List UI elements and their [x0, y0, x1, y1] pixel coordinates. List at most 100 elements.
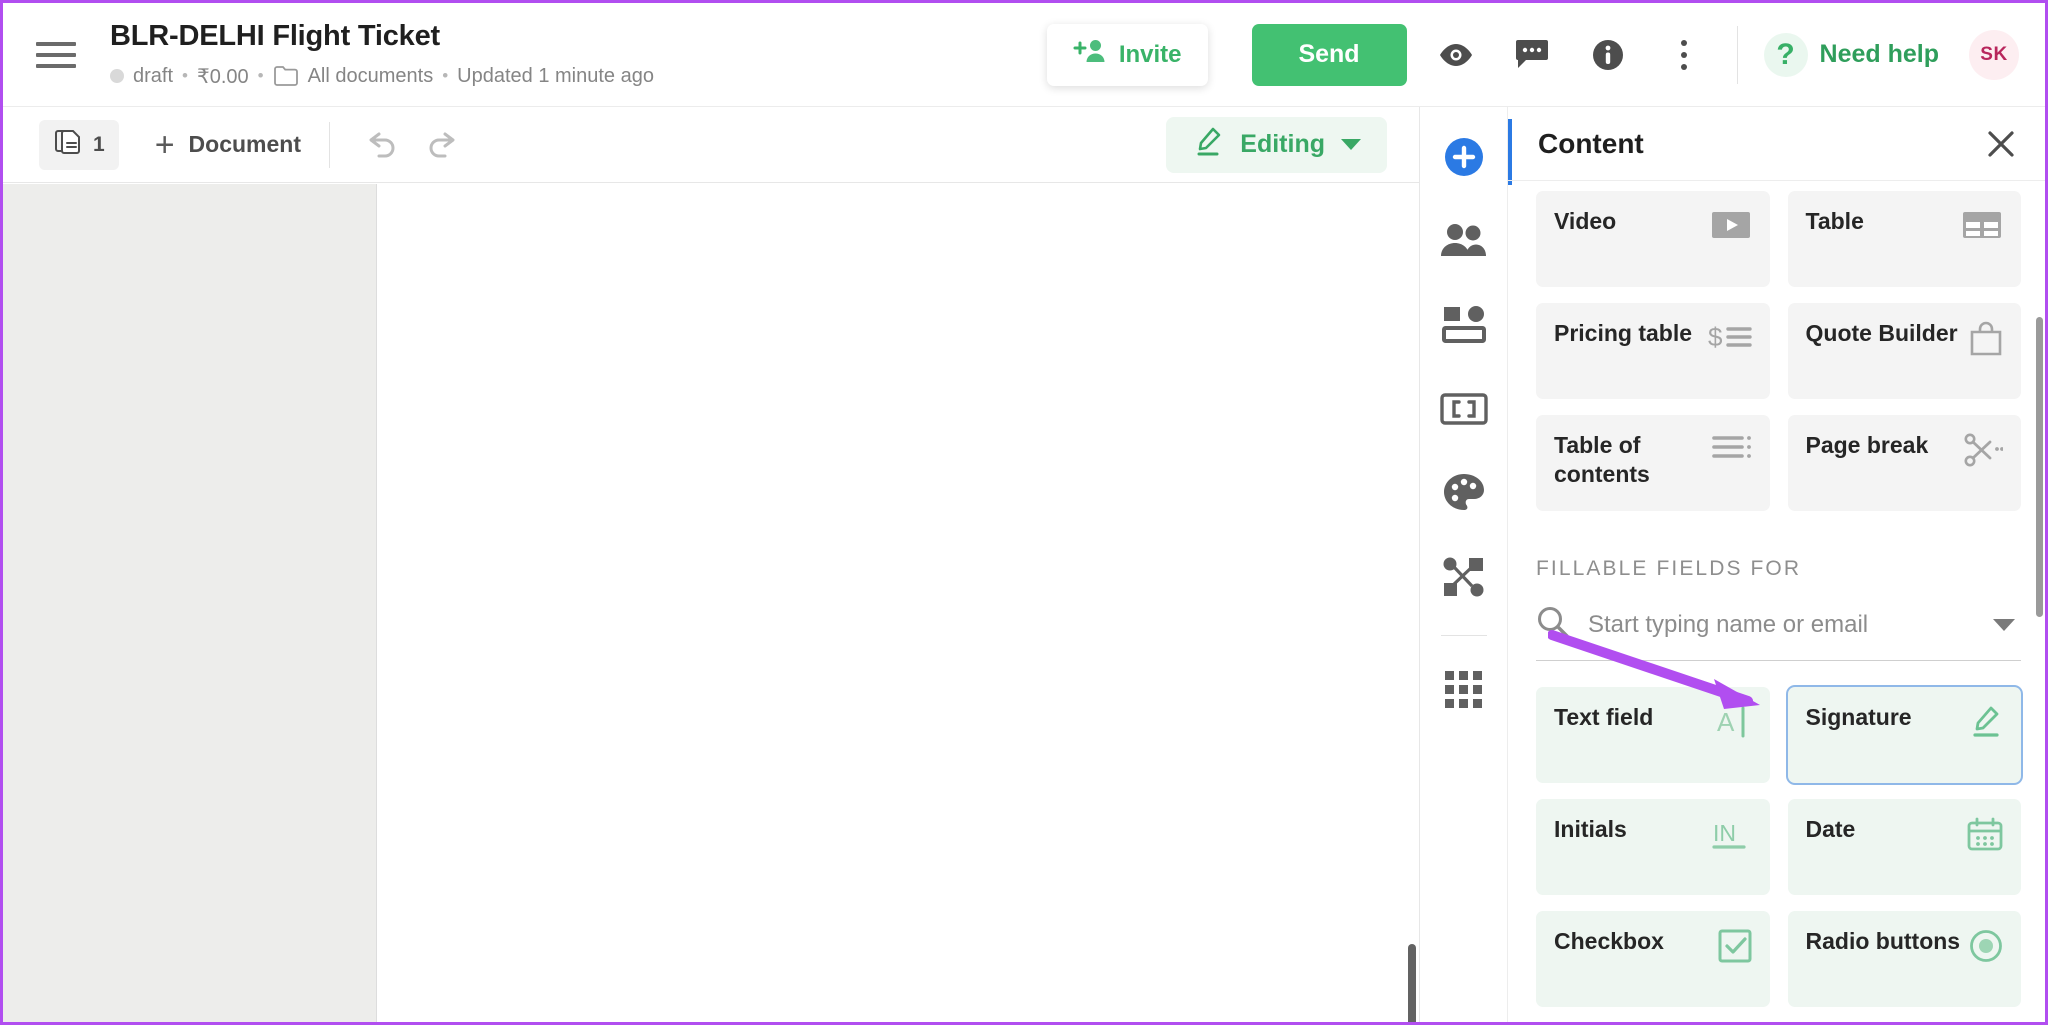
fillable-field-signature[interactable]: Signature — [1787, 687, 2021, 783]
sidebar-item-layout-blocks[interactable] — [1432, 293, 1496, 357]
card-label: Checkbox — [1554, 928, 1664, 954]
fillable-field-initials[interactable]: Initials IN — [1536, 799, 1770, 895]
updated-timestamp: Updated 1 minute ago — [457, 64, 654, 87]
pencil-icon — [1192, 125, 1224, 164]
content-block-quote-builder[interactable]: Quote Builder — [1787, 303, 2021, 399]
hamburger-icon[interactable] — [36, 40, 76, 70]
page-title: BLR-DELHI Flight Ticket — [110, 20, 440, 53]
right-side-panel: Content Video Table Pricing table $ Quot… — [1419, 107, 2045, 1022]
quote-builder-icon — [1969, 321, 2003, 362]
close-icon[interactable] — [1979, 122, 2023, 166]
fillable-field-date[interactable]: Date — [1787, 799, 2021, 895]
content-block-table-of-contents[interactable]: Table of contents — [1536, 415, 1770, 511]
document-toolbar: 1 + Document Editing — [3, 107, 1419, 183]
text-field-icon: A — [1716, 705, 1752, 744]
signature-icon — [1967, 705, 2003, 744]
header-divider — [1736, 25, 1738, 84]
panel-icon-rail — [1420, 107, 1508, 1022]
canvas-scrollbar[interactable] — [1408, 944, 1416, 1022]
editing-mode-label: Editing — [1240, 130, 1325, 158]
add-document-button[interactable]: + Document — [155, 128, 301, 162]
panel-body: Content Video Table Pricing table $ Quot… — [1508, 107, 2045, 1022]
status-badge: draft — [133, 64, 174, 87]
search-icon — [1536, 605, 1570, 644]
initials-icon: IN — [1711, 817, 1752, 856]
document-page[interactable] — [378, 184, 1419, 1022]
fillable-fields-grid: Text field A Signature Initials IN Date … — [1536, 687, 2021, 1022]
need-help-button[interactable]: ? Need help — [1763, 32, 1939, 77]
sidebar-item-variables[interactable] — [1432, 377, 1496, 441]
svg-text:A: A — [1717, 707, 1735, 737]
folder-name[interactable]: All documents — [308, 65, 434, 88]
toolbar-divider — [329, 121, 330, 168]
recipient-search-input[interactable] — [1588, 610, 1975, 639]
page-count-label: 1 — [93, 132, 105, 156]
status-dot-icon — [110, 69, 124, 84]
content-block-pricing-table[interactable]: Pricing table $ — [1536, 303, 1770, 399]
fillable-field-radio-buttons[interactable]: Radio buttons — [1787, 911, 2021, 1007]
pages-thumbnail-rail[interactable] — [3, 184, 377, 1022]
content-block-video[interactable]: Video — [1536, 191, 1770, 287]
content-block-page-break[interactable]: Page break — [1787, 415, 2021, 511]
top-header: BLR-DELHI Flight Ticket draft • ₹0.00 • … — [3, 3, 2045, 107]
undo-icon[interactable] — [358, 122, 404, 168]
avatar[interactable]: SK — [1969, 29, 2019, 80]
card-label: Table — [1805, 208, 1864, 234]
card-label: Initials — [1554, 816, 1627, 842]
add-person-icon — [1073, 38, 1107, 71]
page-count-chip[interactable]: 1 — [39, 119, 119, 170]
document-amount: ₹0.00 — [196, 65, 249, 88]
sidebar-item-recipients[interactable] — [1432, 209, 1496, 273]
panel-header: Content — [1508, 107, 2045, 181]
meta-separator-1: • — [182, 66, 188, 86]
info-icon[interactable] — [1581, 28, 1635, 82]
radio-buttons-icon — [1969, 929, 2003, 968]
card-label: Page break — [1805, 432, 1929, 458]
comment-icon[interactable] — [1505, 28, 1559, 82]
chevron-down-icon — [1341, 139, 1361, 150]
redo-icon[interactable] — [420, 122, 466, 168]
fillable-field-text-field[interactable]: Text field A — [1536, 687, 1770, 783]
checkbox-icon — [1718, 929, 1752, 968]
app-window: BLR-DELHI Flight Ticket draft • ₹0.00 • … — [0, 0, 2048, 1025]
fillable-field-checkbox[interactable]: Checkbox — [1536, 911, 1770, 1007]
panel-scroll-region[interactable]: Video Table Pricing table $ Quote Builde… — [1508, 181, 2045, 1022]
invite-button[interactable]: Invite — [1046, 23, 1208, 86]
need-help-label: Need help — [1819, 40, 1939, 68]
panel-title: Content — [1538, 127, 1644, 159]
panel-scrollbar[interactable] — [2036, 317, 2043, 617]
send-button[interactable]: Send — [1251, 23, 1407, 86]
card-label: Video — [1554, 208, 1617, 234]
date-icon — [1967, 817, 2003, 856]
document-title-block: BLR-DELHI Flight Ticket draft • ₹0.00 • … — [110, 20, 654, 88]
sidebar-item-workflow[interactable] — [1432, 545, 1496, 609]
add-document-label: Document — [188, 131, 301, 157]
card-label: Quote Builder — [1805, 320, 1958, 346]
card-label: Radio buttons — [1805, 928, 1961, 954]
more-vertical-icon[interactable] — [1657, 28, 1711, 82]
card-label: Pricing table — [1554, 320, 1693, 346]
meta-separator-3: • — [442, 66, 449, 86]
sidebar-item-add-block[interactable] — [1432, 125, 1496, 189]
table-of-contents-icon — [1711, 433, 1752, 466]
document-meta: draft • ₹0.00 • All documents • Updated … — [110, 64, 654, 89]
folder-icon — [273, 65, 299, 87]
document-canvas-area — [3, 184, 1419, 1022]
chevron-down-icon[interactable] — [1993, 618, 2015, 631]
invite-label: Invite — [1118, 40, 1182, 68]
send-label: Send — [1298, 40, 1360, 68]
card-label: Text field — [1554, 704, 1654, 730]
content-blocks-grid: Video Table Pricing table $ Quote Builde… — [1536, 191, 2021, 511]
editing-mode-dropdown[interactable]: Editing — [1166, 116, 1387, 173]
sidebar-item-theme-palette[interactable] — [1432, 461, 1496, 525]
pages-icon — [53, 127, 83, 163]
card-label: Signature — [1805, 704, 1912, 730]
eye-icon[interactable] — [1429, 28, 1483, 82]
sidebar-item-apps-grid[interactable] — [1432, 658, 1496, 722]
content-block-table[interactable]: Table — [1787, 191, 2021, 287]
plus-icon: + — [154, 125, 175, 164]
recipient-search-row — [1536, 589, 2021, 661]
svg-text:$: $ — [1708, 322, 1723, 352]
card-label: Date — [1805, 816, 1856, 842]
pricing-table-icon: $ — [1708, 321, 1752, 358]
